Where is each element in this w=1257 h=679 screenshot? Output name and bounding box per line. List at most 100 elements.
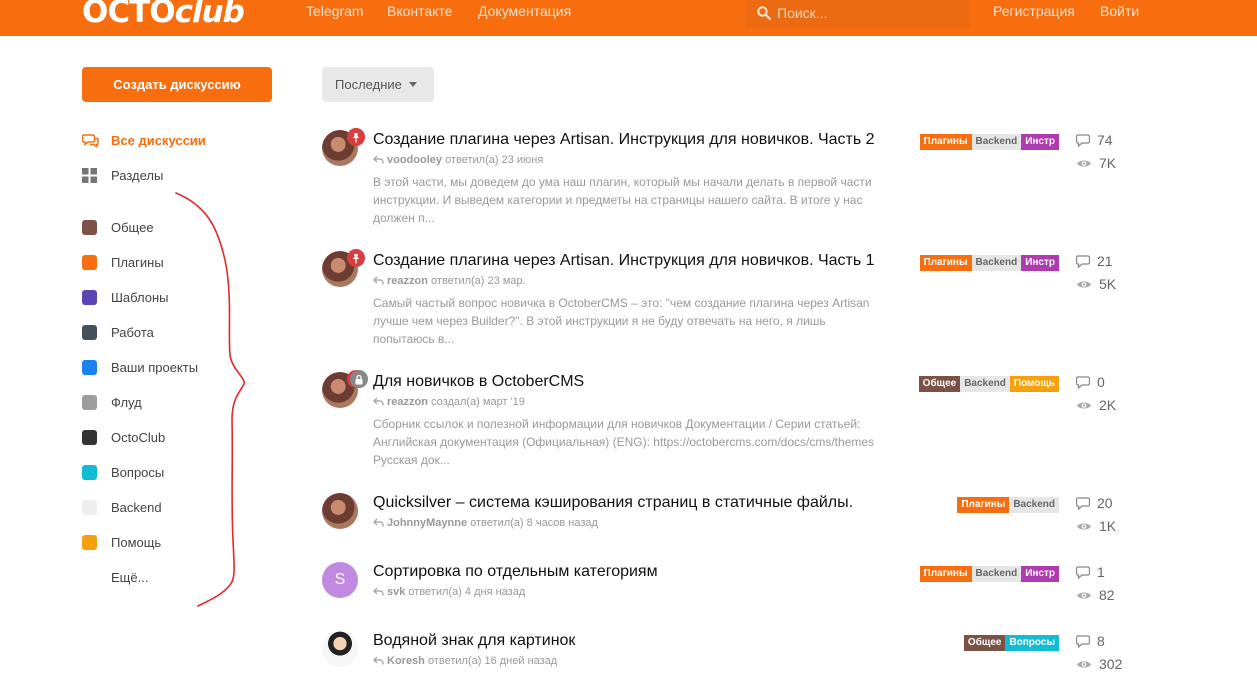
discussion-time: 23 июня: [501, 154, 544, 166]
view-count-value: 302: [1099, 656, 1123, 672]
discussion-title[interactable]: Создание плагина через Artisan. Инструкц…: [373, 252, 875, 270]
sidebar-category-item[interactable]: Общее: [82, 217, 154, 237]
tag-badge[interactable]: Плагины: [957, 497, 1010, 513]
register-link[interactable]: Регистрация: [993, 3, 1075, 19]
comment-icon: [1076, 133, 1090, 147]
search-input[interactable]: [777, 5, 957, 21]
discussion-author[interactable]: reazzon: [387, 396, 428, 408]
sidebar-category-item[interactable]: Backend: [82, 497, 162, 517]
sidebar-category-item[interactable]: Вопросы: [82, 462, 164, 482]
tag-badge[interactable]: Backend: [960, 376, 1010, 392]
discussion-action: ответил(а): [470, 517, 524, 529]
discussion-time: 4 дня назад: [464, 586, 526, 598]
user-avatar[interactable]: S: [322, 562, 358, 598]
sidebar-category-item[interactable]: Работа: [82, 322, 154, 342]
sidebar-item-label: Флуд: [111, 394, 142, 410]
sidebar-item-all-discussions[interactable]: Все дискуссии: [82, 130, 206, 150]
discussion-author[interactable]: JohnnyMaynne: [387, 517, 467, 529]
category-color-swatch: [82, 219, 97, 235]
comment-icon: [1076, 496, 1090, 510]
discussion-action: ответил(а): [408, 586, 462, 598]
discussion-title[interactable]: Для новичков в OctoberCMS: [373, 373, 584, 391]
discussion-title[interactable]: Водяной знак для картинок: [373, 632, 575, 650]
category-color-swatch: [82, 289, 97, 305]
reply-count-value: 20: [1097, 495, 1113, 511]
create-discussion-button[interactable]: Создать дискуссию: [82, 67, 272, 102]
reply-count: 1: [1076, 564, 1105, 580]
sidebar-category-item[interactable]: Помощь: [82, 532, 161, 552]
discussion-time: 23 мар.: [487, 275, 526, 287]
tag-badge[interactable]: Инстр: [1021, 566, 1059, 582]
reply-arrow-icon: [373, 397, 384, 406]
discussion-time: 8 часов назад: [526, 517, 598, 529]
discussion-row[interactable]: Создание плагина через Artisan. Инструкц…: [320, 249, 1140, 361]
sort-dropdown[interactable]: Последние: [322, 67, 434, 102]
chevron-down-icon: [408, 82, 417, 87]
search-icon: [757, 6, 771, 20]
discussion-row[interactable]: Quicksilver – система кэширования страни…: [320, 493, 1140, 543]
sidebar-item-label: Общее: [111, 219, 154, 235]
discussion-title[interactable]: Создание плагина через Artisan. Инструкц…: [373, 131, 875, 149]
tag-badge[interactable]: Общее: [963, 635, 1006, 651]
sidebar-category-item[interactable]: OctoClub: [82, 427, 165, 447]
sidebar-item-sections[interactable]: Разделы: [82, 165, 163, 185]
view-count-value: 1K: [1099, 518, 1117, 534]
login-link[interactable]: Войти: [1100, 3, 1139, 19]
sidebar-category-item[interactable]: Флуд: [82, 392, 142, 412]
tag-badge[interactable]: Плагины: [919, 134, 972, 150]
discussion-author[interactable]: svk: [387, 586, 405, 598]
discussion-action: ответил(а): [445, 154, 499, 166]
tag-badge[interactable]: Плагины: [919, 255, 972, 271]
sidebar-category-item[interactable]: Ваши проекты: [82, 357, 198, 377]
avatar-letter: S: [334, 571, 346, 588]
discussion-author[interactable]: voodooley: [387, 154, 442, 166]
comment-icon: [1076, 565, 1090, 579]
search-box[interactable]: [745, 0, 970, 28]
tag-badge[interactable]: Backend: [971, 255, 1022, 271]
discussion-title[interactable]: Quicksilver – система кэширования страни…: [373, 494, 853, 512]
reply-count-value: 21: [1097, 253, 1113, 269]
tag-badge[interactable]: Backend: [971, 134, 1022, 150]
reply-count: 74: [1076, 132, 1113, 148]
discussion-row[interactable]: S Сортировка по отдельным категориям svk о…: [320, 562, 1140, 612]
nav-link-telegram[interactable]: Telegram: [306, 3, 364, 19]
view-count: 302: [1076, 656, 1122, 672]
tag-badge[interactable]: Помощь: [1009, 376, 1059, 392]
tag-badge[interactable]: Backend: [971, 566, 1022, 582]
reply-count-value: 1: [1097, 564, 1105, 580]
view-count-value: 7K: [1099, 155, 1117, 171]
tag-badge[interactable]: Инстр: [1021, 134, 1059, 150]
sidebar-item-label: Плагины: [111, 254, 164, 270]
discussion-row[interactable]: Создание плагина через Artisan. Инструкц…: [320, 128, 1140, 240]
discussion-row[interactable]: Для новичков в OctoberCMS reazzon создал(…: [320, 370, 1140, 482]
discussion-author[interactable]: reazzon: [387, 275, 428, 287]
user-avatar[interactable]: [322, 631, 358, 667]
site-logo[interactable]: OCTOclub: [82, 0, 282, 30]
comment-icon: [1076, 254, 1090, 268]
reply-arrow-icon: [373, 587, 384, 596]
tag-badge[interactable]: Инстр: [1021, 255, 1059, 271]
nav-link-vkontakte[interactable]: Вконтакте: [387, 3, 453, 19]
sort-label: Последние: [335, 77, 402, 92]
tag-badge[interactable]: Общее: [918, 376, 961, 392]
view-count-value: 5K: [1099, 276, 1117, 292]
discussion-row[interactable]: Водяной знак для картинок Koresh ответил(…: [320, 631, 1140, 679]
sidebar-category-item[interactable]: Плагины: [82, 252, 164, 272]
reply-count-value: 0: [1097, 374, 1105, 390]
pin-icon: [347, 128, 365, 146]
discussion-excerpt: Самый частый вопрос новичка в OctoberCMS…: [373, 296, 870, 346]
reply-count: 20: [1076, 495, 1113, 511]
tag-badge[interactable]: Плагины: [919, 566, 972, 582]
eye-icon: [1077, 160, 1091, 166]
reply-arrow-icon: [373, 656, 384, 665]
nav-link-docs[interactable]: Документация: [478, 3, 571, 19]
discussion-author[interactable]: Koresh: [387, 655, 425, 667]
user-avatar[interactable]: [322, 493, 358, 529]
sidebar-category-item[interactable]: Шаблоны: [82, 287, 169, 307]
discussion-tags: Плагины Backend Инстр: [919, 134, 1059, 150]
discussion-time: 16 дней назад: [484, 655, 558, 667]
tag-badge[interactable]: Backend: [1009, 497, 1059, 513]
discussion-title[interactable]: Сортировка по отдельным категориям: [373, 563, 658, 581]
tag-badge[interactable]: Вопросы: [1005, 635, 1059, 651]
discussion-tags: Плагины Backend Инстр: [919, 566, 1059, 582]
